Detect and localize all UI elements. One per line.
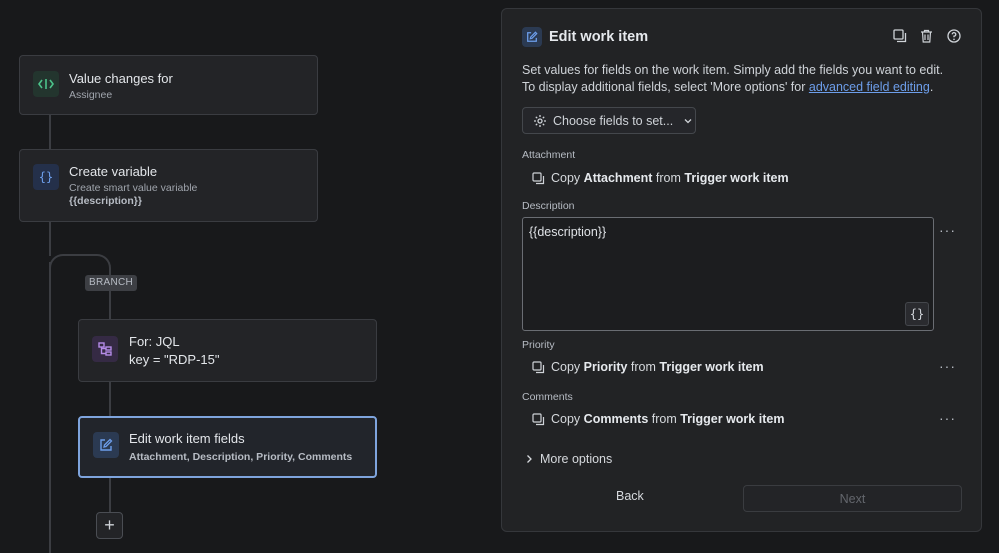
priority-label: Priority — [522, 339, 555, 351]
more-options-toggle[interactable]: More options — [524, 452, 612, 466]
connector-line — [49, 114, 51, 150]
connector-line — [49, 262, 51, 553]
comments-more-icon[interactable]: ··· — [939, 410, 956, 426]
edit-fields-subtitle: Attachment, Description, Priority, Comme… — [129, 451, 353, 463]
automation-canvas: BRANCH Value changes for Assignee {} Cre… — [0, 0, 500, 553]
choose-fields-button[interactable]: Choose fields to set... — [522, 107, 696, 134]
smart-value-button[interactable]: {} — [905, 302, 929, 326]
advanced-field-editing-link[interactable]: advanced field editing — [809, 80, 930, 94]
panel-title: Edit work item — [549, 29, 649, 45]
create-variable-value: {{description}} — [69, 195, 142, 207]
description-line2: To display additional fields, select 'Mo… — [522, 79, 809, 94]
copy-icon — [532, 171, 545, 184]
duplicate-icon[interactable] — [892, 28, 907, 43]
attachment-copy-row: Copy Attachment from Trigger work item — [532, 171, 789, 185]
description-value: {{description}} — [529, 225, 607, 239]
braces-icon: {} — [33, 164, 59, 190]
more-options-label: More options — [540, 452, 613, 466]
copy-icon — [532, 360, 545, 373]
attachment-label: Attachment — [522, 149, 576, 161]
for-jql-title: For: JQL — [129, 334, 180, 349]
chevron-right-icon — [527, 455, 532, 463]
panel-actions — [892, 28, 961, 43]
help-icon[interactable] — [946, 28, 961, 43]
comments-copy-row: Copy Comments from Trigger work item — [532, 412, 784, 426]
trigger-title: Value changes for — [69, 71, 173, 86]
choose-fields-label: Choose fields to set... — [553, 113, 674, 128]
connector-line — [109, 477, 111, 512]
priority-copy-row: Copy Priority from Trigger work item — [532, 360, 764, 374]
edit-icon — [93, 432, 119, 458]
branch-tag: BRANCH — [85, 275, 138, 291]
edit-fields-title: Edit work item fields — [129, 431, 245, 446]
back-button[interactable]: Back — [616, 489, 644, 503]
priority-more-icon[interactable]: ··· — [939, 358, 956, 374]
trigger-icon — [33, 71, 59, 97]
comments-label: Comments — [522, 391, 573, 403]
create-variable-title: Create variable — [69, 164, 158, 179]
gear-icon — [534, 114, 546, 127]
chevron-down-icon — [684, 118, 692, 123]
plus-icon: + — [104, 515, 115, 535]
connector-line — [109, 290, 111, 319]
description-label: Description — [522, 200, 575, 212]
trigger-node[interactable]: Value changes for Assignee — [19, 55, 318, 115]
trash-icon[interactable] — [919, 28, 934, 43]
for-jql-node[interactable]: For: JQL key = "RDP-15" — [78, 319, 377, 382]
edit-work-item-panel: Edit work item Set values for fields on … — [501, 8, 982, 532]
add-step-button[interactable]: + — [96, 512, 123, 539]
description-field[interactable]: {{description}} {} — [522, 217, 934, 331]
connector-line — [109, 381, 111, 416]
next-button[interactable]: Next — [743, 485, 962, 512]
create-variable-subtitle: Create smart value variable — [69, 182, 198, 194]
description-line1: Set values for fields on the work item. … — [522, 63, 944, 77]
description-more-icon[interactable]: ··· — [939, 222, 956, 238]
panel-description: Set values for fields on the work item. … — [522, 63, 944, 94]
branch-icon — [92, 336, 118, 362]
copy-icon — [532, 412, 545, 425]
trigger-subtitle: Assignee — [69, 89, 113, 101]
connector-line — [49, 221, 51, 256]
edit-fields-node[interactable]: Edit work item fields Attachment, Descri… — [78, 416, 377, 478]
for-jql-query: key = "RDP-15" — [129, 352, 220, 367]
edit-icon — [522, 27, 542, 47]
create-variable-node[interactable]: {} Create variable Create smart value va… — [19, 149, 318, 222]
